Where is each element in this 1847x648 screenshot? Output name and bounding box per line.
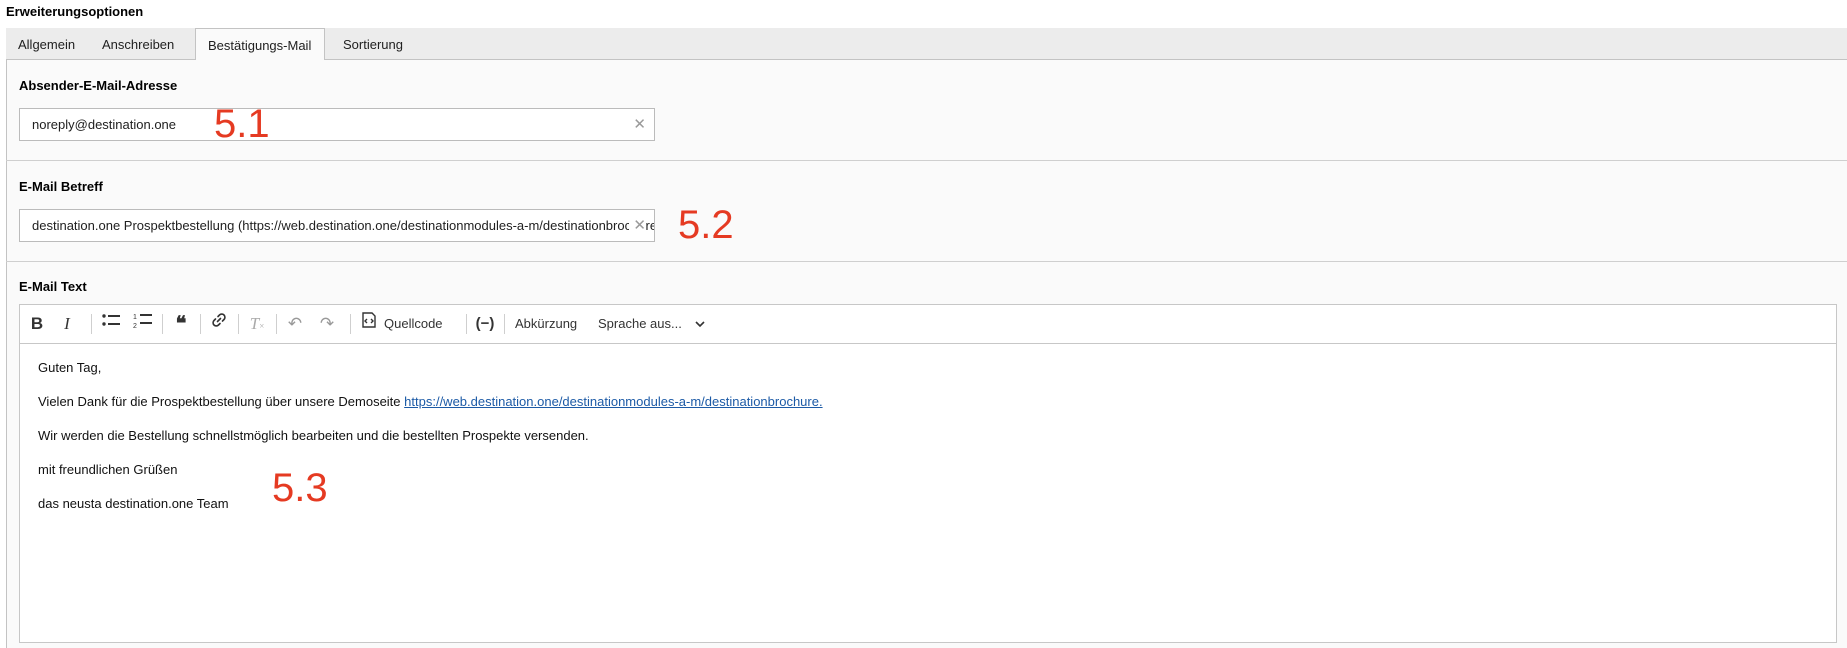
- sender-email-input[interactable]: noreply@destination.one ✕: [19, 108, 655, 141]
- tab-allgemein[interactable]: Allgemein: [6, 28, 90, 60]
- chevron-down-icon[interactable]: [692, 311, 708, 337]
- blockquote-icon[interactable]: ❝: [168, 311, 194, 337]
- toolbar-separator: [238, 314, 239, 334]
- numbered-list-icon[interactable]: 12: [130, 311, 156, 337]
- undo-icon[interactable]: ↶: [282, 311, 308, 337]
- annotation-5-3: 5.3: [272, 466, 328, 510]
- source-code-button[interactable]: Quellcode: [384, 311, 456, 337]
- tab-bestaetigungs-mail[interactable]: Bestätigungs-Mail: [195, 28, 325, 61]
- subject-value: destination.one Prospektbestellung (http…: [32, 218, 655, 233]
- greeting-line: Guten Tag,: [38, 360, 102, 375]
- remove-format-icon[interactable]: T×: [244, 311, 270, 337]
- annotation-5-2: 5.2: [678, 203, 734, 247]
- toolbar-separator: [466, 314, 467, 334]
- abbreviation-button[interactable]: Abkürzung: [515, 311, 585, 337]
- toolbar-separator: [276, 314, 277, 334]
- annotation-5-1: 5.1: [214, 102, 270, 146]
- bold-icon[interactable]: B: [26, 311, 48, 337]
- language-dropdown[interactable]: Sprache aus...: [598, 311, 686, 337]
- bulleted-list-icon[interactable]: [98, 311, 124, 337]
- source-code-icon[interactable]: [356, 311, 382, 337]
- clear-icon[interactable]: ✕: [629, 210, 646, 241]
- divider: [6, 261, 1847, 262]
- subject-label: E-Mail Betreff: [19, 179, 103, 194]
- toolbar-separator: [162, 314, 163, 334]
- tab-bar: Allgemein Anschreiben Bestätigungs-Mail …: [6, 28, 1847, 61]
- sender-email-value: noreply@destination.one: [32, 117, 177, 132]
- thanks-text: Vielen Dank für die Prospektbestellung ü…: [38, 394, 401, 409]
- italic-icon[interactable]: I: [56, 311, 78, 337]
- toolbar-separator: [504, 314, 505, 334]
- redo-icon[interactable]: ↷: [314, 311, 340, 337]
- link-icon[interactable]: [206, 311, 232, 337]
- tab-sortierung[interactable]: Sortierung: [331, 28, 421, 60]
- editor-toolbar: B I 12 ❝ T× ↶ ↷ Quellcode (−) Abkürzung …: [20, 305, 1836, 344]
- toolbar-separator: [200, 314, 201, 334]
- sender-label: Absender-E-Mail-Adresse: [19, 78, 178, 93]
- demo-page-link[interactable]: https://web.destination.one/destinationm…: [404, 394, 822, 409]
- thanks-line: Vielen Dank für die Prospektbestellung ü…: [38, 395, 1818, 409]
- toolbar-separator: [91, 314, 92, 334]
- body-label: E-Mail Text: [19, 279, 87, 294]
- svg-text:1: 1: [133, 314, 137, 321]
- clear-icon[interactable]: ✕: [633, 109, 646, 140]
- tab-anschreiben[interactable]: Anschreiben: [90, 28, 186, 60]
- subject-input[interactable]: destination.one Prospektbestellung (http…: [19, 209, 655, 242]
- svg-text:2: 2: [133, 323, 137, 329]
- section-title: Erweiterungsoptionen: [6, 4, 144, 19]
- toolbar-separator: [350, 314, 351, 334]
- divider: [6, 160, 1847, 161]
- abbreviation-icon[interactable]: (−): [472, 311, 498, 337]
- processing-line: Wir werden die Bestellung schnellstmögli…: [38, 428, 589, 443]
